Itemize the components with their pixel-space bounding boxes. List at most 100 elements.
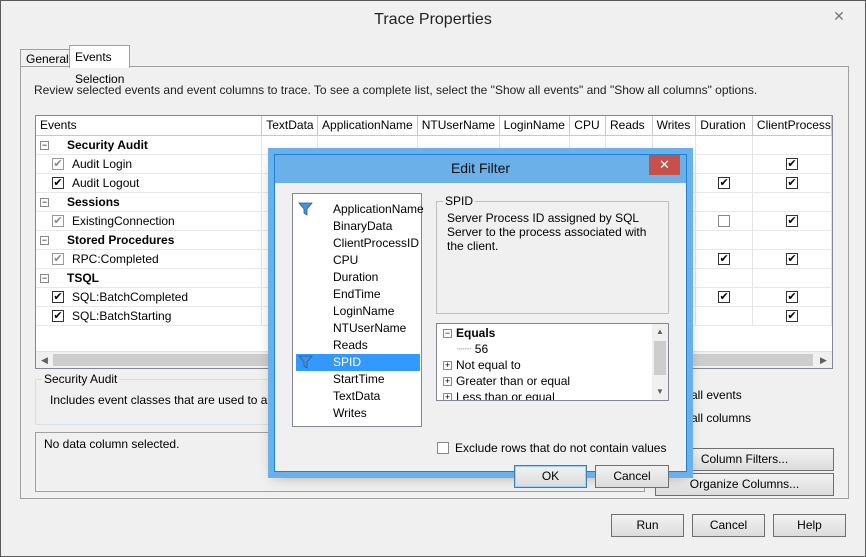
cancel-button[interactable]: Cancel [692,514,765,537]
exclude-rows-checkbox[interactable] [437,442,449,454]
grid-cell[interactable]: ✔ [695,173,753,193]
column-header-duration[interactable]: Duration [695,116,753,136]
collapse-icon[interactable]: − [40,140,49,150]
filter-column-item[interactable]: CPU [296,252,420,269]
condition-node[interactable]: + Greater than or equal [443,373,570,389]
event-cell[interactable]: − Sessions [36,192,263,212]
filter-column-item[interactable]: EndTime [296,286,420,303]
filter-column-item[interactable]: Writes [296,405,420,422]
window-close-icon[interactable]: ✕ [827,7,851,25]
expand-icon[interactable]: + [443,393,452,400]
event-checkbox[interactable]: ✔ [52,291,64,304]
filter-column-item[interactable]: ClientProcessID [296,235,420,252]
grid-cell[interactable]: ✔ [695,287,753,307]
event-cell[interactable]: − Stored Procedures [36,230,263,250]
event-category-row[interactable]: − Security Audit [36,135,832,155]
condition-node[interactable]: + Not equal to [443,357,521,373]
grid-cell[interactable]: ✔ [752,173,832,193]
run-button[interactable]: Run [611,514,684,537]
collapse-icon[interactable]: − [40,197,49,207]
condition-node[interactable]: + Less than or equal [443,389,555,400]
clientprocess-checkbox[interactable]: ✔ [785,291,798,304]
column-header-applicationname[interactable]: ApplicationName [317,116,418,136]
grid-cell[interactable]: ✔ [752,287,832,307]
filter-column-item[interactable]: ApplicationName [296,201,424,218]
filter-column-list[interactable]: ApplicationName BinaryData ClientProcessID… [292,193,424,427]
filter-ok-button[interactable]: OK [514,465,587,488]
event-label: Audit Logout [72,175,140,190]
scroll-up-icon[interactable]: ▲ [652,325,668,339]
column-header-cpu[interactable]: CPU [569,116,606,136]
duration-checkbox[interactable]: ✔ [718,253,731,266]
grid-cell[interactable]: ✔ [695,249,753,269]
clientprocess-checkbox[interactable]: ✔ [785,177,798,190]
event-checkbox[interactable]: ✔ [52,158,64,171]
event-cell[interactable]: ✔ SQL:BatchCompleted [36,287,263,307]
help-button[interactable]: Help [773,514,846,537]
filter-column-item[interactable]: NTUserName [296,320,420,337]
filter-column-item[interactable]: LoginName [296,303,420,320]
column-header-textdata[interactable]: TextData [261,116,319,136]
clientprocess-checkbox[interactable]: ✔ [785,310,798,323]
grid-cell [261,135,319,155]
grid-cell[interactable]: ✔ [752,249,832,269]
filter-cancel-button[interactable]: Cancel [595,465,669,488]
filter-column-item[interactable]: SPID [296,354,420,371]
duration-checkbox[interactable]: ✔ [718,177,731,190]
event-checkbox[interactable]: ✔ [52,215,64,228]
event-cell[interactable]: ✔ Audit Login [36,154,263,174]
filter-column-item[interactable]: Reads [296,337,420,354]
event-cell[interactable]: − Security Audit [36,135,263,155]
event-checkbox[interactable]: ✔ [52,253,64,266]
organize-columns-button[interactable]: Organize Columns... [655,473,834,496]
column-header-reads[interactable]: Reads [605,116,653,136]
column-header-loginname[interactable]: LoginName [499,116,571,136]
grid-cell [652,135,697,155]
clientprocess-checkbox[interactable]: ✔ [785,215,798,228]
grid-cell[interactable]: ✔ [752,306,832,326]
tree-vertical-scrollbar[interactable]: ▲ ▼ [652,324,668,400]
filter-column-item[interactable]: BinaryData [296,218,420,235]
column-header-writes[interactable]: Writes [652,116,697,136]
clientprocess-checkbox[interactable]: ✔ [785,253,798,266]
exclude-rows-label[interactable]: Exclude rows that do not contain values [455,441,666,455]
scroll-down-icon[interactable]: ▼ [652,385,668,399]
event-cell[interactable]: − TSQL [36,268,263,288]
condition-label: 56 [474,342,489,356]
clientprocess-checkbox[interactable]: ✔ [785,158,798,171]
show-all-columns-label[interactable]: w all columns [679,411,751,425]
collapse-icon[interactable]: − [40,235,49,245]
expand-icon[interactable]: + [443,361,452,371]
event-checkbox[interactable]: ✔ [52,177,64,190]
duration-checkbox[interactable]: ✔ [718,291,731,304]
condition-node[interactable]: − Equals [443,325,495,341]
show-all-events-label[interactable]: w all events [679,388,742,402]
filter-column-item[interactable]: Duration [296,269,420,286]
scroll-right-icon[interactable]: ▶ [816,354,831,367]
event-checkbox[interactable]: ✔ [52,310,64,323]
expand-icon[interactable]: + [443,377,452,387]
collapse-icon[interactable]: − [443,329,452,339]
condition-value-node[interactable]: ┈┈ 56 [457,341,488,357]
filter-column-item[interactable]: StartTime [296,371,420,388]
collapse-icon[interactable]: − [40,273,49,283]
tree-scroll-thumb[interactable] [654,341,666,375]
grid-cell [695,192,753,212]
tab-events-selection[interactable]: Events Selection [69,45,131,86]
event-cell[interactable]: ✔ ExistingConnection [36,211,263,231]
event-cell[interactable]: ✔ RPC:Completed [36,249,263,269]
filter-condition-tree[interactable]: − Equals ┈┈ 56 + Not equal to + Greater than o… [436,323,669,401]
event-cell[interactable]: ✔ Audit Logout [36,173,263,193]
duration-checkbox[interactable] [718,215,731,228]
column-header-ntusername[interactable]: NTUserName [417,116,500,136]
event-cell[interactable]: ✔ SQL:BatchStarting [36,306,263,326]
edit-filter-close-icon[interactable]: ✕ [649,155,680,175]
grid-cell[interactable]: ✔ [752,211,832,231]
column-header-clientprocess[interactable]: ClientProcess [752,116,832,136]
column-header-events[interactable]: Events [36,116,263,136]
grid-cell[interactable] [695,211,753,231]
grid-cell[interactable]: ✔ [752,154,832,174]
window-title: Trace Properties [374,11,492,28]
scroll-left-icon[interactable]: ◀ [37,354,52,367]
filter-column-item[interactable]: TextData [296,388,420,405]
